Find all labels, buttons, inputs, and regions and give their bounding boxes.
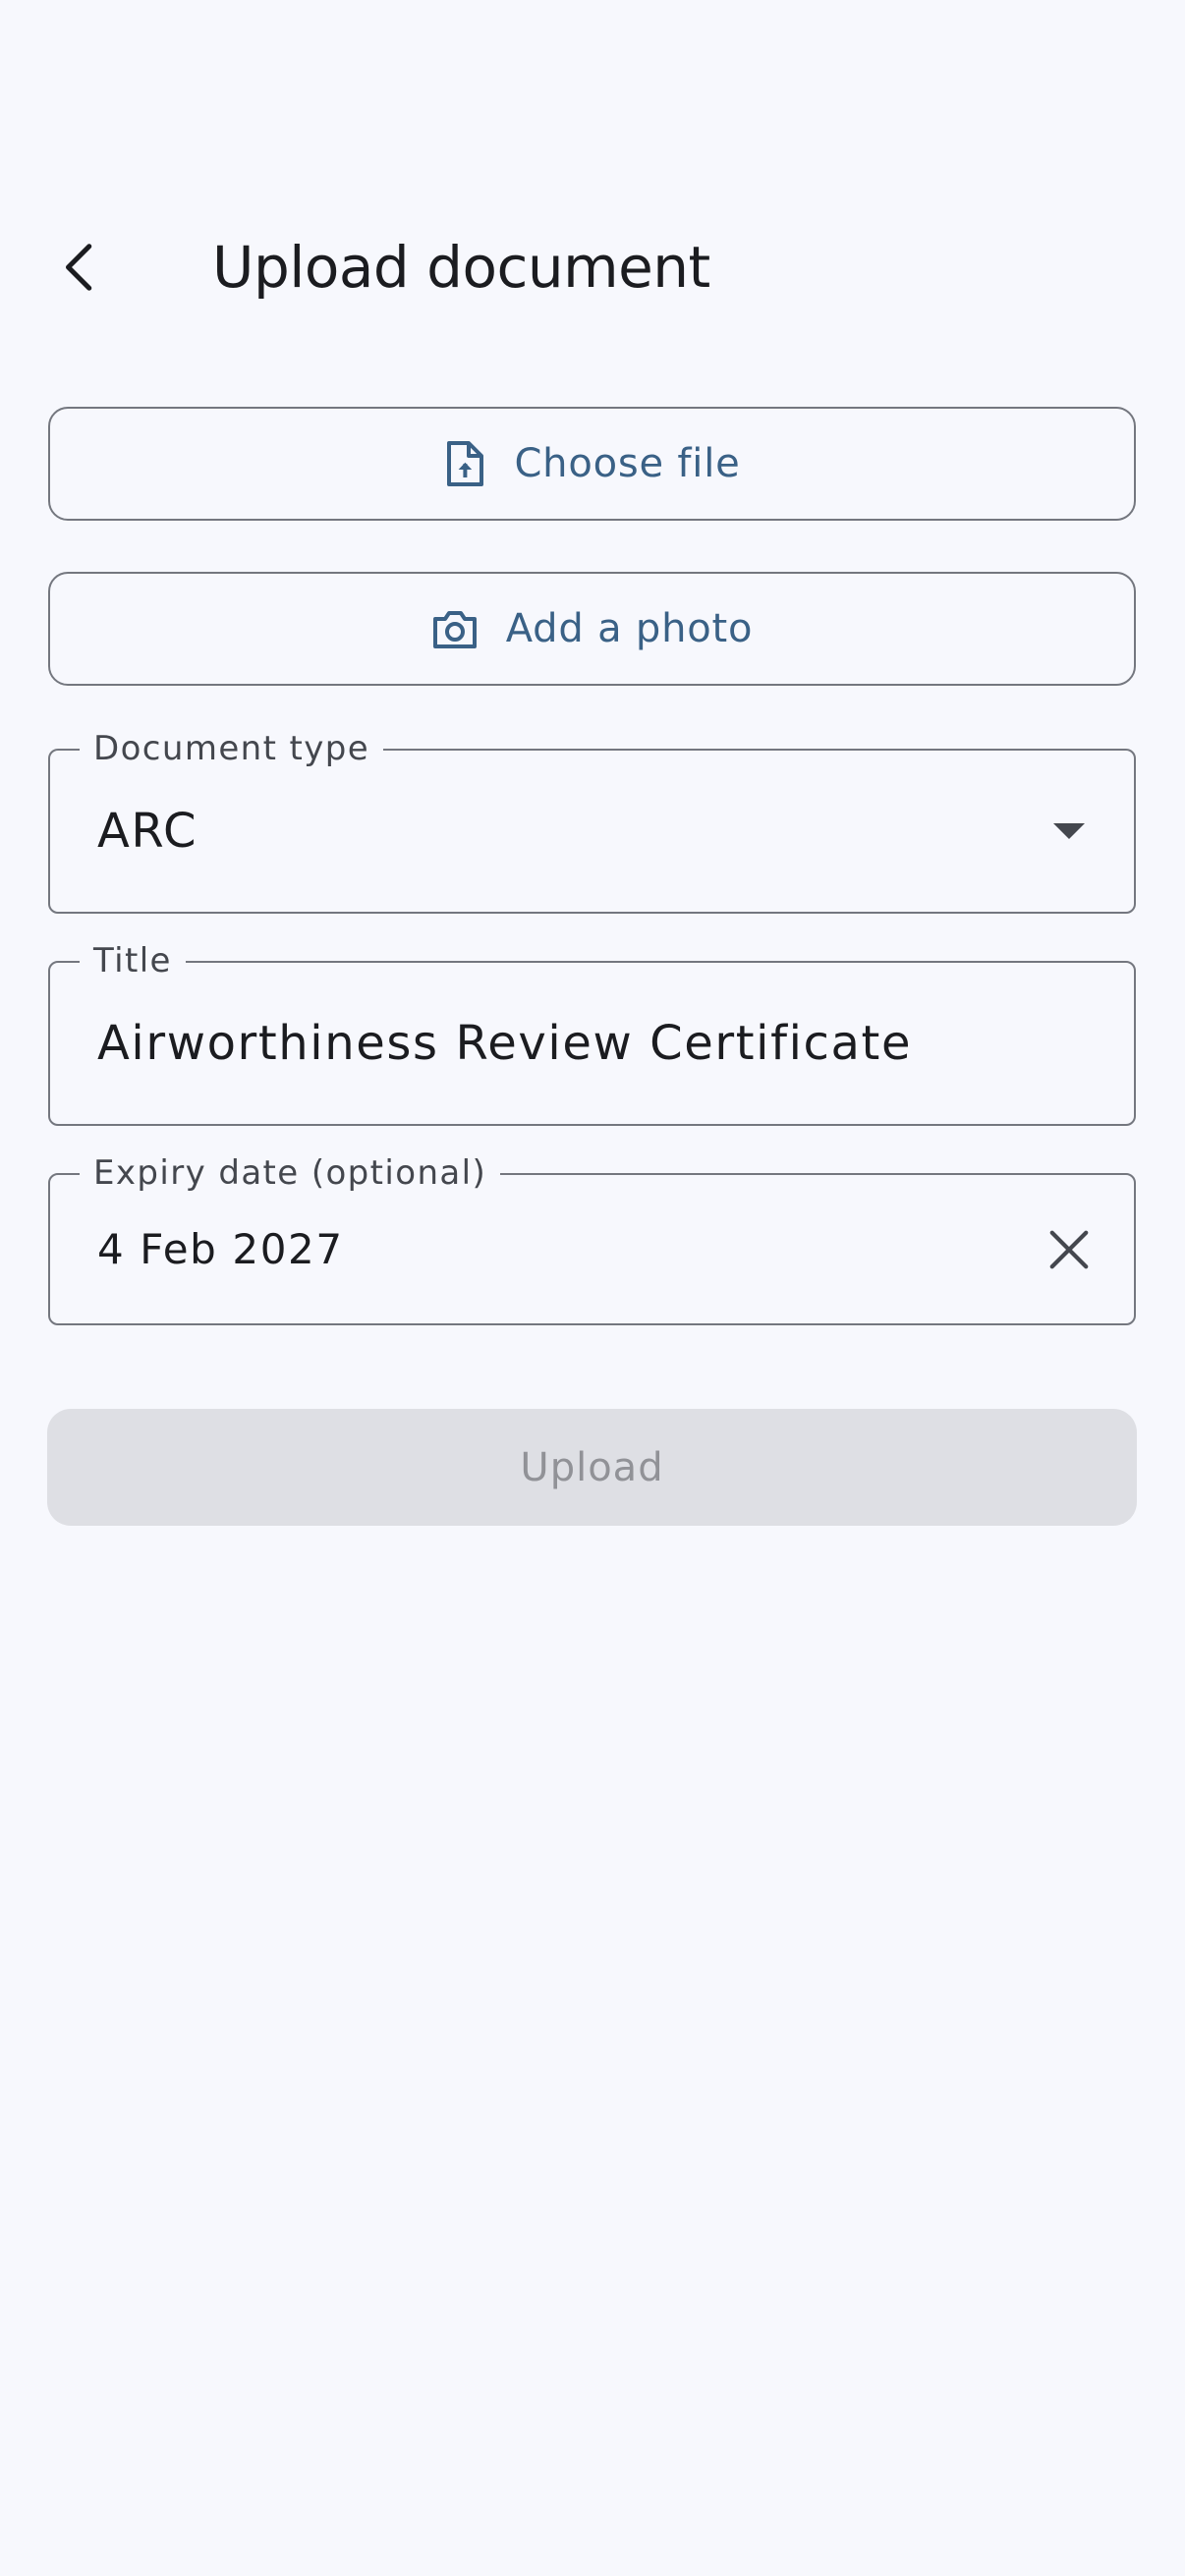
back-arrow-icon bbox=[66, 244, 92, 291]
choose-file-button[interactable]: Choose file bbox=[48, 407, 1136, 521]
title-input[interactable]: Title Airworthiness Review Certificate bbox=[48, 939, 1136, 1126]
back-button[interactable] bbox=[39, 226, 122, 308]
clear-icon[interactable] bbox=[1040, 1220, 1099, 1279]
upload-button[interactable]: Upload bbox=[47, 1409, 1137, 1526]
camera-icon bbox=[431, 607, 479, 650]
document-type-value: ARC bbox=[97, 804, 198, 859]
add-photo-button[interactable]: Add a photo bbox=[48, 572, 1136, 686]
add-photo-label: Add a photo bbox=[505, 606, 754, 651]
upload-label: Upload bbox=[520, 1444, 664, 1490]
title-value: Airworthiness Review Certificate bbox=[97, 1016, 913, 1071]
top-app-bar: Upload document bbox=[0, 206, 1185, 324]
file-upload-icon bbox=[443, 440, 486, 487]
expiry-date-value: 4 Feb 2027 bbox=[97, 1225, 344, 1273]
document-type-select[interactable]: Document type ARC bbox=[48, 727, 1136, 914]
page-title: Upload document bbox=[212, 234, 710, 301]
choose-file-label: Choose file bbox=[514, 441, 741, 486]
dropdown-arrow-icon[interactable] bbox=[1040, 802, 1099, 861]
expiry-date-input[interactable]: Expiry date (optional) 4 Feb 2027 bbox=[48, 1151, 1136, 1325]
